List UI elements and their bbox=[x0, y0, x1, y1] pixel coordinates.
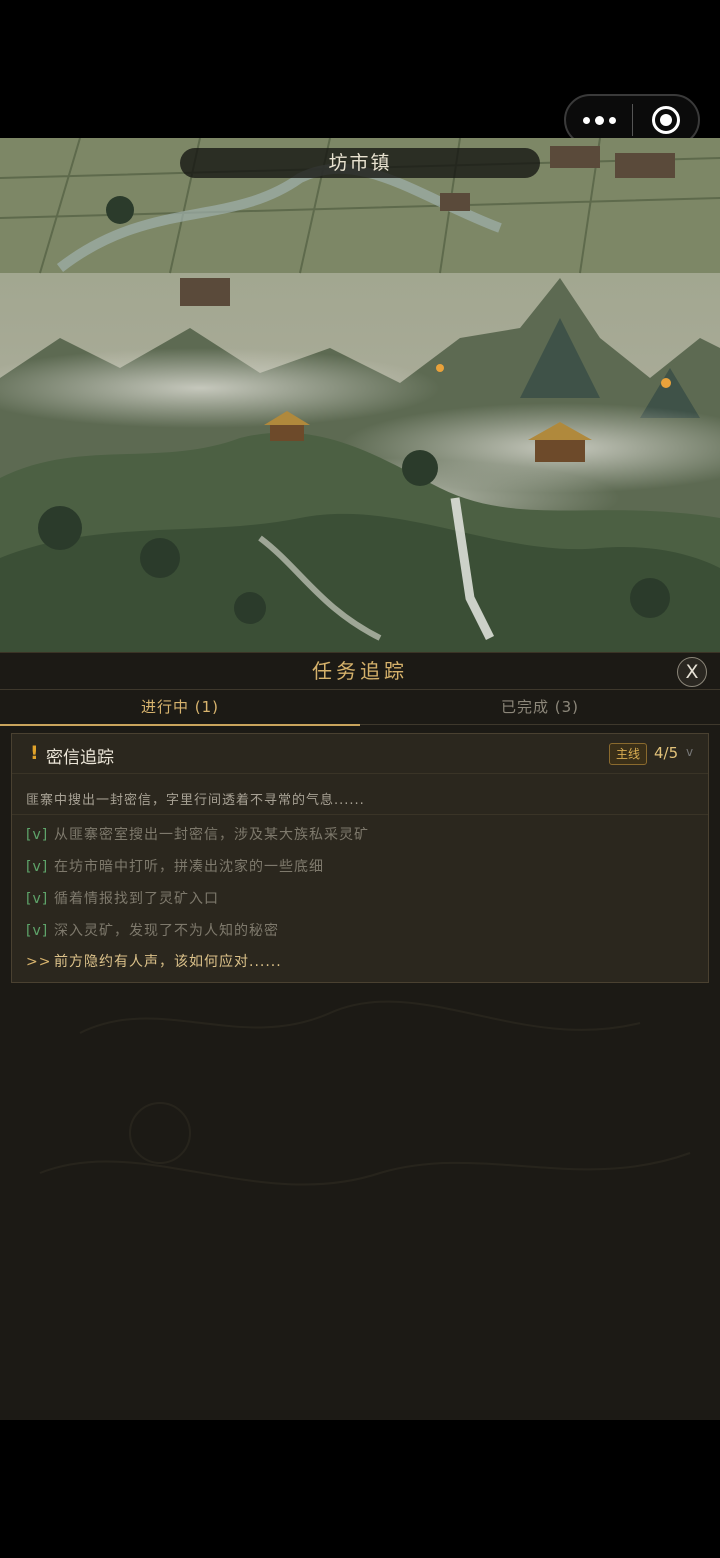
quest-tracker-panel: 任务追踪 X 进行中 (1) 已完成 (3) ! 密信追踪 主线 4/5 v 匪… bbox=[0, 652, 720, 1420]
quest-card[interactable]: ! 密信追踪 主线 4/5 v 匪寨中搜出一封密信，字里行间透着不寻常的气息..… bbox=[11, 733, 709, 983]
more-dots-icon[interactable] bbox=[566, 96, 632, 144]
location-name: 坊市镇 bbox=[180, 148, 540, 178]
quest-name: 密信追踪 bbox=[46, 748, 114, 768]
main-quest-badge: 主线 bbox=[609, 743, 647, 765]
step-text: 循着情报找到了灵矿入口 bbox=[54, 891, 219, 907]
bottom-bar bbox=[0, 1420, 720, 1558]
quest-progress: 4/5 bbox=[654, 744, 679, 762]
tab-in-progress[interactable]: 进行中 (1) bbox=[0, 690, 360, 726]
map-painting bbox=[0, 138, 720, 652]
card-divider bbox=[12, 814, 708, 815]
step-text: 前方隐约有人声，该如何应对...... bbox=[54, 954, 282, 970]
quest-step: [v] 在坊市暗中打听，拼凑出沈家的一些底细 bbox=[26, 856, 324, 878]
landscape-map[interactable]: 坊市镇 bbox=[0, 138, 720, 652]
panel-title: 任务追踪 bbox=[312, 659, 408, 683]
step-check-marker: [v] bbox=[26, 859, 49, 875]
quest-step: [v] 从匪寨密室搜出一封密信，涉及某大族私采灵矿 bbox=[26, 824, 369, 846]
step-current-marker: >> bbox=[26, 954, 52, 970]
chevron-down-icon[interactable]: v bbox=[686, 745, 693, 759]
quest-step-current: >> 前方隐约有人声，该如何应对...... bbox=[26, 951, 282, 973]
quest-tabs: 进行中 (1) 已完成 (3) bbox=[0, 689, 720, 726]
step-check-marker: [v] bbox=[26, 923, 49, 939]
step-text: 深入灵矿，发现了不为人知的秘密 bbox=[54, 923, 279, 939]
quest-header[interactable]: ! 密信追踪 主线 4/5 v bbox=[12, 734, 708, 774]
quest-summary: 匪寨中搜出一封密信，字里行间透着不寻常的气息...... bbox=[26, 793, 365, 808]
exit-target-icon[interactable] bbox=[633, 96, 698, 144]
quest-step: [v] 循着情报找到了灵矿入口 bbox=[26, 888, 219, 910]
tab-completed[interactable]: 已完成 (3) bbox=[360, 690, 720, 725]
step-check-marker: [v] bbox=[26, 891, 49, 907]
alert-icon: ! bbox=[30, 742, 39, 764]
step-text: 在坊市暗中打听，拼凑出沈家的一些底细 bbox=[54, 859, 324, 875]
step-text: 从匪寨密室搜出一封密信，涉及某大族私采灵矿 bbox=[54, 827, 369, 843]
close-button[interactable]: X bbox=[677, 657, 707, 687]
top-bar bbox=[0, 0, 720, 146]
quest-step: [v] 深入灵矿，发现了不为人知的秘密 bbox=[26, 920, 279, 942]
step-check-marker: [v] bbox=[26, 827, 49, 843]
